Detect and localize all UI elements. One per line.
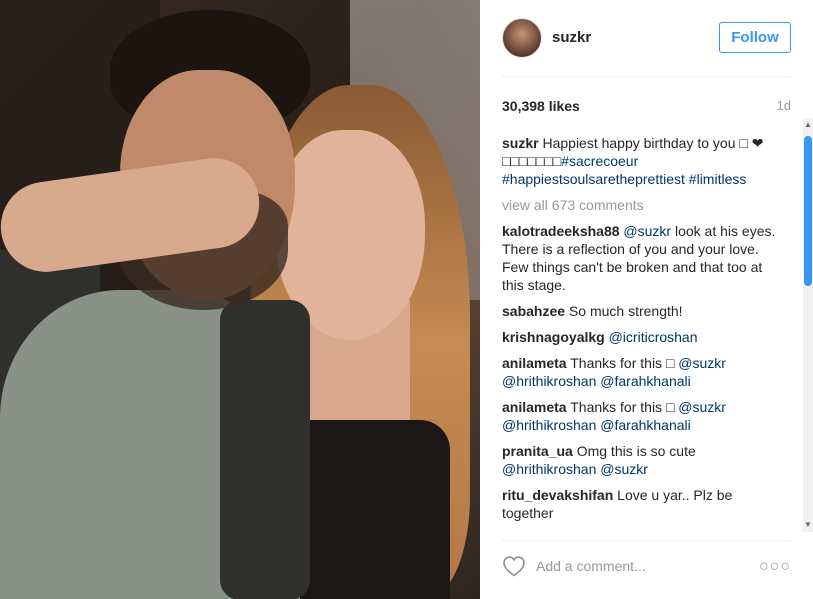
comment-mention[interactable]: @a [587,531,609,532]
caption: suzkr Happiest happy birthday to you □ ❤… [502,134,780,188]
comment-username[interactable]: anilameta [502,355,567,371]
scrollbar-thumb[interactable] [804,136,812,286]
list-item: krishnagoyalkg @icriticroshan [502,328,780,346]
scroll-up-icon[interactable]: ▲ [803,120,813,130]
comment-text: So much strength! [568,303,683,319]
comment-mention[interactable]: @farahkhanali [600,417,691,433]
comment-mention[interactable]: @suzkr [600,461,648,477]
view-all-comments-link[interactable]: view all 673 comments [502,196,780,214]
comment-bar: ○○○ [480,548,813,584]
comment-username[interactable]: sabahzee [502,303,565,319]
comment-mention[interactable]: @suzkr [623,223,671,239]
post-username[interactable]: suzkr [552,29,591,46]
post-header: suzkr Follow [480,0,813,76]
comment-username[interactable]: susshmiitaa [502,531,583,532]
likes-count[interactable]: 30,398 likes [502,98,580,114]
list-item: pranita_ua Omg this is so cute @hrithikr… [502,442,780,478]
list-item: ritu_devakshifan Love u yar.. Plz be tog… [502,486,780,522]
scroll-down-icon[interactable]: ▼ [803,520,813,530]
post-photo[interactable] [0,0,480,599]
list-item: kalotradeeksha88 @suzkr look at his eyes… [502,222,780,294]
more-options-icon[interactable]: ○○○ [759,558,791,576]
comment-text: Thanks for this □ [570,355,679,371]
header-divider [502,76,791,77]
comment-mention[interactable]: @hrithikroshan [502,461,596,477]
comment-username[interactable]: ritu_devakshifan [502,487,613,503]
comment-username[interactable]: krishnagoyalkg [502,329,605,345]
list-item: susshmiitaa @a [502,530,780,532]
heart-icon[interactable] [502,555,526,577]
photo-man-cardigan-right [220,300,310,599]
comment-text: Thanks for this □ [570,399,679,415]
avatar[interactable] [502,18,542,58]
comment-username[interactable]: kalotradeeksha88 [502,223,620,239]
comment-mention[interactable]: @suzkr [678,399,726,415]
post-age[interactable]: 1d [777,98,791,113]
follow-button[interactable]: Follow [719,22,791,53]
caption-username[interactable]: suzkr [502,135,539,151]
comment-mention[interactable]: @hrithikroshan [502,417,596,433]
comment-username[interactable]: anilameta [502,399,567,415]
comment-divider [502,540,791,541]
caption-hashtag[interactable]: #happiestsoulsaretheprettiest [502,171,685,187]
comment-mention[interactable]: @hrithikroshan [502,373,596,389]
comments-list: suzkr Happiest happy birthday to you □ ❤… [502,134,780,532]
list-item: sabahzee So much strength! [502,302,780,320]
caption-hashtag[interactable]: #sacrecoeur [561,153,638,169]
comment-mention[interactable]: @icriticroshan [609,329,698,345]
comment-mention[interactable]: @suzkr [678,355,726,371]
comment-mention[interactable]: @farahkhanali [600,373,691,389]
post-sidebar: suzkr Follow 30,398 likes 1d suzkr Happi… [480,0,813,599]
comment-input[interactable] [536,554,756,578]
comments-scrollbar[interactable]: ▲ ▼ [803,118,813,532]
list-item: anilameta Thanks for this □ @suzkr @hrit… [502,354,780,390]
comment-username[interactable]: pranita_ua [502,443,573,459]
caption-hashtag[interactable]: #limitless [689,171,747,187]
list-item: anilameta Thanks for this □ @suzkr @hrit… [502,398,780,434]
comment-text: Omg this is so cute [576,443,696,459]
